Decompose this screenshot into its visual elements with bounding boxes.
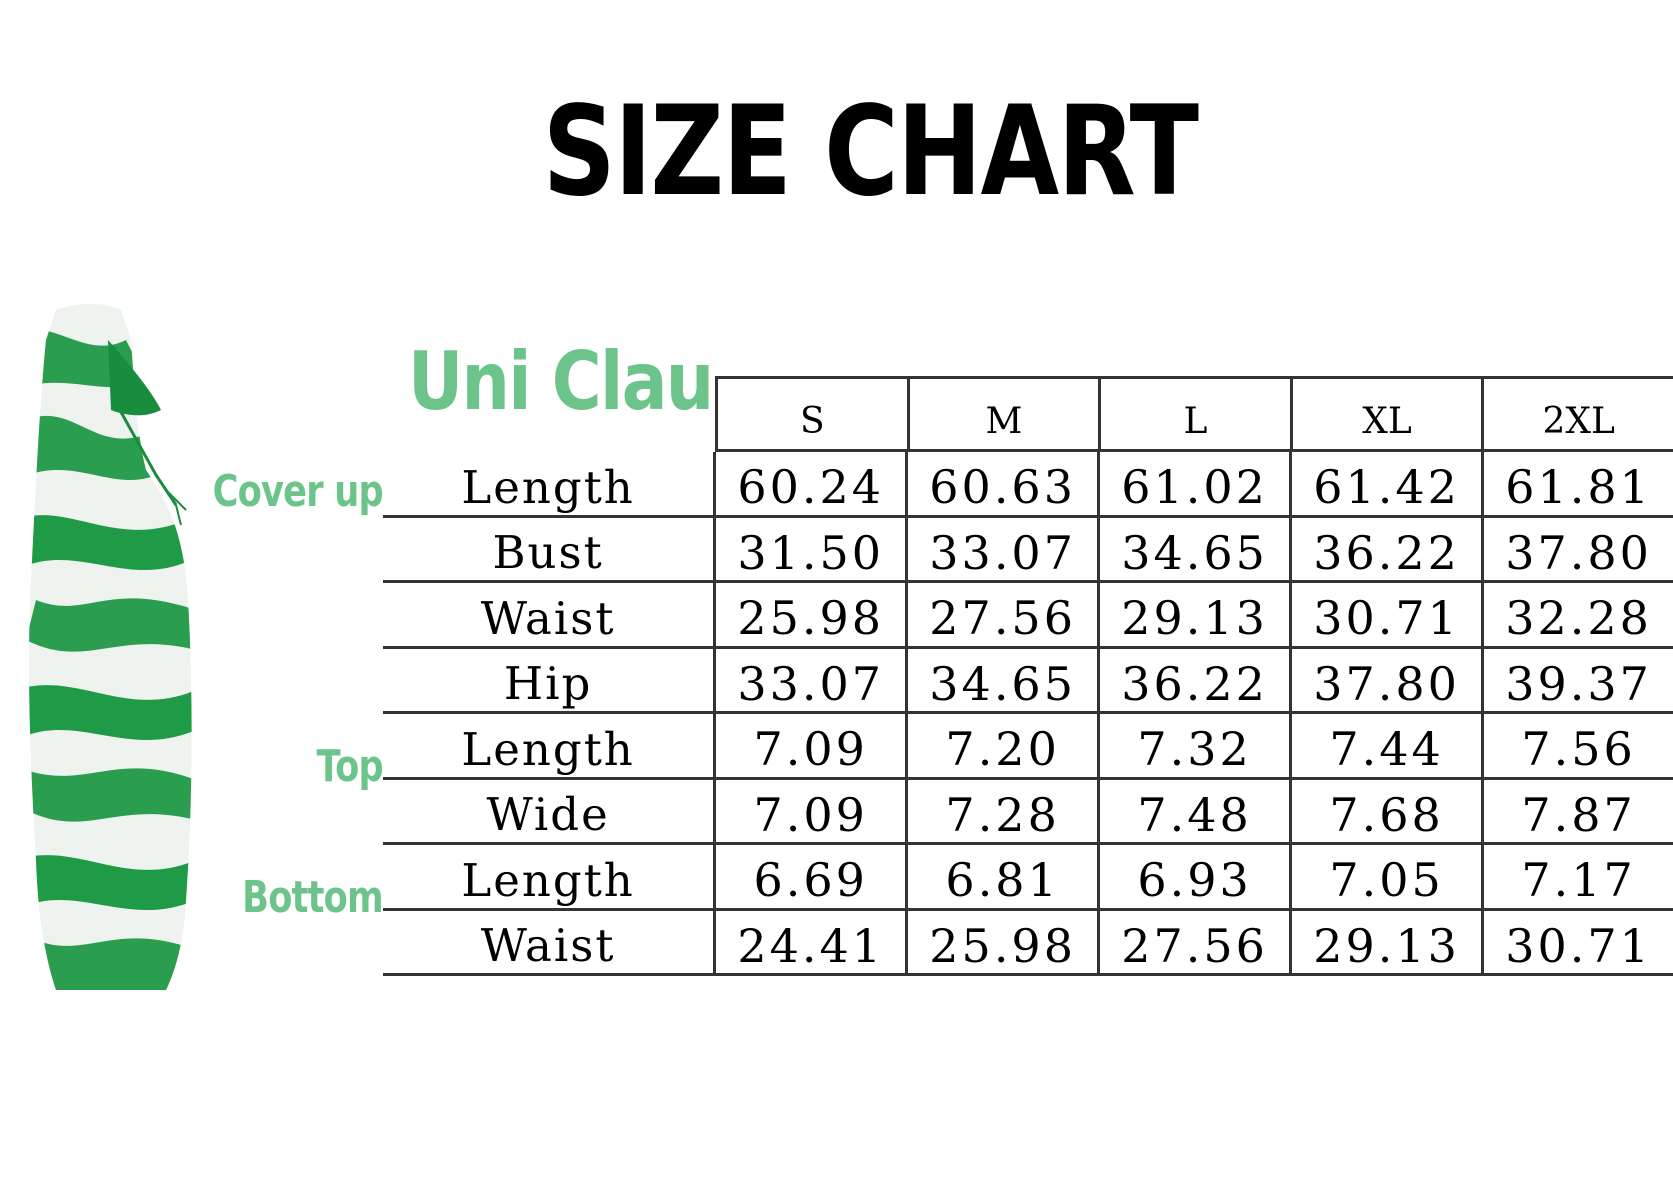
table-cell: 24.41 bbox=[713, 910, 905, 973]
table-cell: 7.87 bbox=[1481, 779, 1673, 842]
table-cell: 25.98 bbox=[713, 583, 905, 646]
table-cell: 29.13 bbox=[1289, 910, 1481, 973]
table-cell: 61.02 bbox=[1097, 452, 1289, 515]
table-cell: 37.80 bbox=[1481, 517, 1673, 580]
table-cell: 37.80 bbox=[1289, 648, 1481, 711]
table-row: Length 60.24 60.63 61.02 61.42 61.81 bbox=[383, 452, 1673, 518]
table-cell: 30.71 bbox=[1481, 910, 1673, 973]
table-cell: 34.65 bbox=[1097, 517, 1289, 580]
table-cell: 7.05 bbox=[1289, 845, 1481, 908]
group-label-cover-up: Cover up bbox=[212, 466, 384, 517]
row-label: Length bbox=[461, 722, 635, 776]
table-cell: 33.07 bbox=[713, 648, 905, 711]
table-cell: 7.68 bbox=[1289, 779, 1481, 842]
row-label: Hip bbox=[503, 657, 593, 711]
table-header-row: S M L XL 2XL bbox=[715, 376, 1673, 452]
page-title: SIZE CHART bbox=[542, 80, 1199, 224]
column-header: M bbox=[906, 379, 1099, 449]
table-cell: 7.09 bbox=[713, 714, 905, 777]
size-chart-table: S M L XL 2XL Length 60.24 60.63 61.02 61… bbox=[383, 376, 1673, 976]
table-row: Length 6.69 6.81 6.93 7.05 7.17 bbox=[383, 845, 1673, 911]
table-cell: 29.13 bbox=[1097, 583, 1289, 646]
table-cell: 7.28 bbox=[905, 779, 1097, 842]
table-cell: 27.56 bbox=[1097, 910, 1289, 973]
table-cell: 36.22 bbox=[1097, 648, 1289, 711]
table-cell: 31.50 bbox=[713, 517, 905, 580]
table-cell: 61.42 bbox=[1289, 452, 1481, 515]
table-row: Waist 24.41 25.98 27.56 29.13 30.71 bbox=[383, 910, 1673, 976]
product-dress-image bbox=[29, 304, 192, 990]
table-cell: 7.56 bbox=[1481, 714, 1673, 777]
row-label: Waist bbox=[480, 919, 616, 973]
column-header: XL bbox=[1289, 379, 1482, 449]
table-cell: 39.37 bbox=[1481, 648, 1673, 711]
table-cell: 33.07 bbox=[905, 517, 1097, 580]
column-header: L bbox=[1098, 379, 1290, 449]
table-row: Hip 33.07 34.65 36.22 37.80 39.37 bbox=[383, 648, 1673, 714]
table-cell: 6.93 bbox=[1097, 845, 1289, 908]
table-row: Bust 31.50 33.07 34.65 36.22 37.80 bbox=[383, 517, 1673, 583]
column-header: 2XL bbox=[1481, 379, 1673, 449]
table-cell: 7.48 bbox=[1097, 779, 1289, 842]
table-cell: 6.81 bbox=[905, 845, 1097, 908]
table-cell: 6.69 bbox=[713, 845, 905, 908]
group-label-top: Top bbox=[316, 741, 384, 792]
table-cell: 30.71 bbox=[1289, 583, 1481, 646]
table-cell: 61.81 bbox=[1481, 452, 1673, 515]
table-cell: 60.63 bbox=[905, 452, 1097, 515]
row-label: Waist bbox=[480, 591, 616, 645]
table-cell: 27.56 bbox=[905, 583, 1097, 646]
table-cell: 7.17 bbox=[1481, 845, 1673, 908]
table-cell: 7.44 bbox=[1289, 714, 1481, 777]
table-cell: 7.20 bbox=[905, 714, 1097, 777]
row-label: Length bbox=[461, 460, 635, 514]
table-cell: 36.22 bbox=[1289, 517, 1481, 580]
table-cell: 60.24 bbox=[713, 452, 905, 515]
column-header: S bbox=[715, 379, 907, 449]
table-cell: 32.28 bbox=[1481, 583, 1673, 646]
table-row: Length 7.09 7.20 7.32 7.44 7.56 bbox=[383, 714, 1673, 780]
table-row: Wide 7.09 7.28 7.48 7.68 7.87 bbox=[383, 779, 1673, 845]
table-row: Waist 25.98 27.56 29.13 30.71 32.28 bbox=[383, 583, 1673, 649]
row-label: Bust bbox=[492, 526, 604, 580]
row-label: Wide bbox=[486, 788, 610, 842]
row-label: Length bbox=[461, 853, 635, 907]
table-cell: 7.09 bbox=[713, 779, 905, 842]
table-cell: 25.98 bbox=[905, 910, 1097, 973]
table-cell: 7.32 bbox=[1097, 714, 1289, 777]
table-cell: 34.65 bbox=[905, 648, 1097, 711]
group-label-bottom: Bottom bbox=[242, 872, 384, 923]
